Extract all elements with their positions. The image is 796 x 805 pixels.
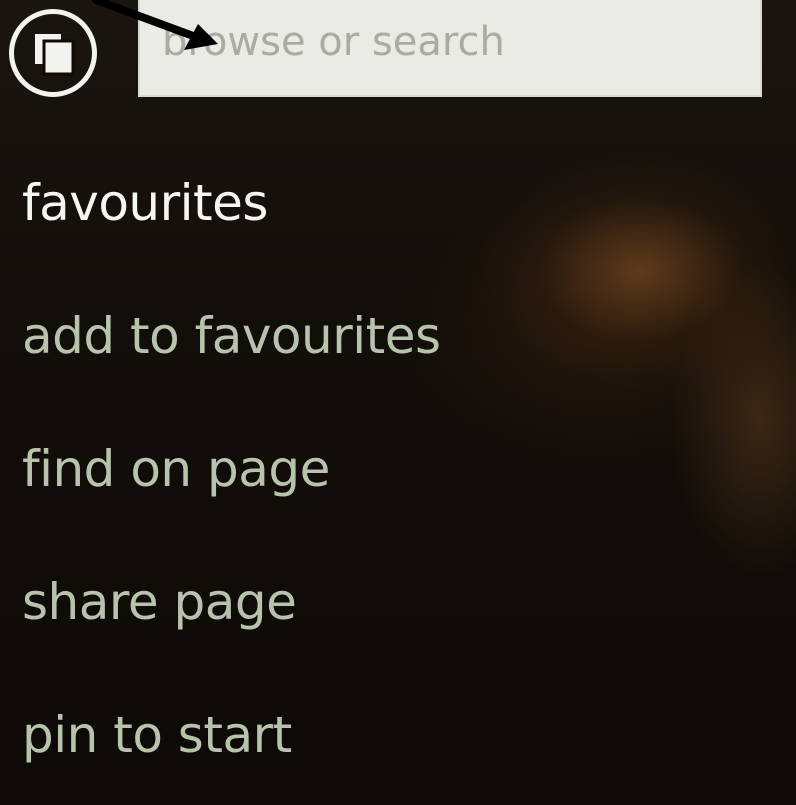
- menu-item-pin-to-start[interactable]: pin to start: [22, 700, 441, 805]
- tabs-icon: [35, 34, 75, 76]
- menu-item-add-to-favourites[interactable]: add to favourites: [22, 301, 441, 434]
- browser-menu-screen: favourites add to favourites find on pag…: [0, 0, 796, 805]
- tabs-button[interactable]: [9, 9, 97, 97]
- app-menu: favourites add to favourites find on pag…: [22, 168, 441, 805]
- menu-item-find-on-page[interactable]: find on page: [22, 434, 441, 567]
- menu-item-favourites[interactable]: favourites: [22, 168, 441, 301]
- arrow-icon: [92, 0, 218, 50]
- menu-item-share-page[interactable]: share page: [22, 567, 441, 700]
